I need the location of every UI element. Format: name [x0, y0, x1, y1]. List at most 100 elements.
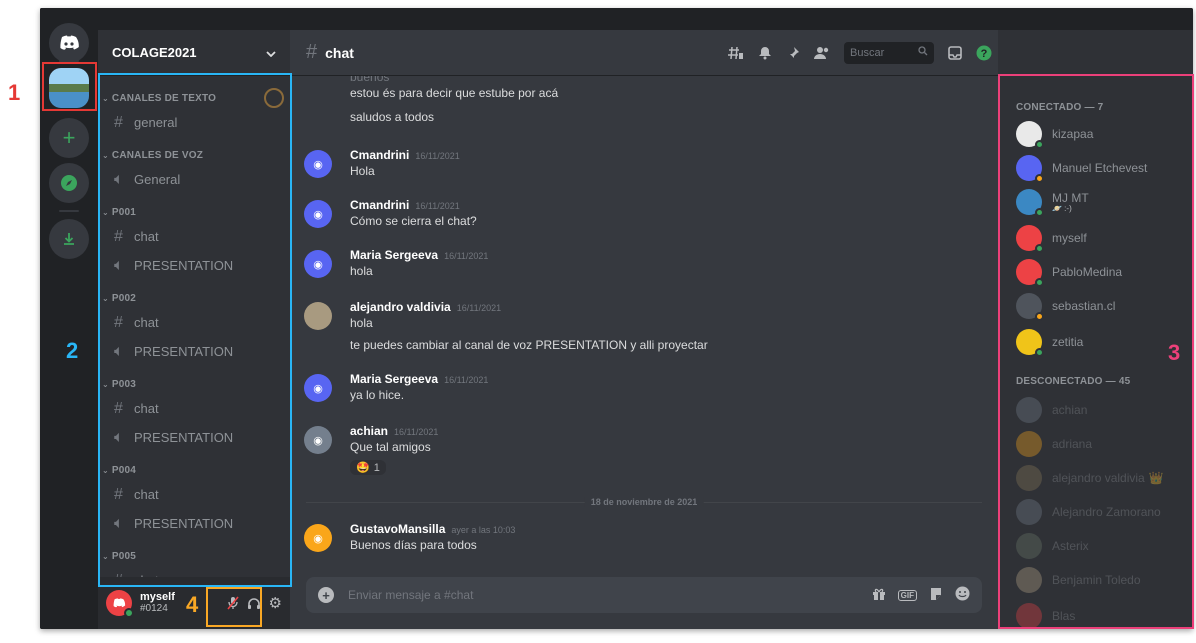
annotation-box-channels: [98, 73, 292, 587]
help-icon[interactable]: ?: [976, 45, 992, 61]
gift-icon[interactable]: [872, 587, 886, 604]
message-text: Buenos días para todos: [350, 538, 477, 552]
home-button[interactable]: [49, 23, 89, 63]
avatar[interactable]: ◉: [304, 374, 332, 402]
members-icon[interactable]: [814, 46, 830, 60]
discord-logo-icon: ◉: [313, 434, 323, 447]
reaction-count: 1: [373, 461, 380, 474]
message-timestamp: 16/11/2021: [444, 375, 489, 385]
message-list: buenos estou és para decir que estube po…: [290, 76, 998, 570]
search-icon: [918, 46, 928, 59]
message-timestamp: ayer a las 10:03: [451, 525, 516, 535]
message-author[interactable]: GustavoMansilla: [350, 522, 445, 536]
rail-separator: [59, 210, 79, 212]
svg-text:?: ?: [981, 48, 988, 60]
server-header[interactable]: COLAGE2021: [98, 30, 290, 76]
message-author[interactable]: achian: [350, 424, 388, 438]
annotation-number: 2: [66, 338, 79, 363]
message-timestamp: 16/11/2021: [415, 151, 460, 161]
sticker-icon[interactable]: [929, 587, 943, 604]
title-bar: [40, 8, 1193, 30]
download-apps-button[interactable]: [49, 219, 89, 259]
avatar[interactable]: ◉: [304, 524, 332, 552]
message-author[interactable]: Maria Sergeeva: [350, 372, 438, 386]
avatar[interactable]: ◉: [304, 200, 332, 228]
header-toolbar: Buscar ?: [728, 41, 998, 64]
download-icon: [61, 231, 77, 247]
message-input[interactable]: Enviar mensaje a #chat: [348, 588, 473, 602]
online-status-dot: [124, 608, 134, 618]
message-text: Que tal amigos: [350, 440, 431, 454]
annotation-box-members: [998, 74, 1194, 629]
discord-logo-icon: ◉: [313, 532, 323, 545]
inbox-icon[interactable]: [948, 45, 962, 60]
discord-logo-icon: ◉: [313, 208, 323, 221]
message: achian 16/11/2021: [350, 424, 438, 438]
user-tag: #0124: [140, 603, 168, 614]
message-composer[interactable]: + Enviar mensaje a #chat GIF: [306, 577, 982, 613]
channel-title: chat: [325, 44, 354, 61]
message: GustavoMansilla ayer a las 10:03: [350, 522, 515, 536]
avatar[interactable]: ◉: [304, 250, 332, 278]
message-text: Hola: [350, 164, 375, 178]
chat-header: # chat Buscar ?: [290, 30, 998, 76]
message-text: estou és para decir que estube por acá: [350, 86, 559, 100]
avatar[interactable]: ◉: [304, 150, 332, 178]
message-author[interactable]: Cmandrini: [350, 198, 409, 212]
discord-logo-icon: ◉: [313, 258, 323, 271]
message-timestamp: 16/11/2021: [456, 303, 502, 313]
annotation-box-server: [42, 62, 97, 111]
message: Maria Sergeeva 16/11/2021: [350, 372, 488, 386]
composer-toolbar: GIF: [872, 586, 970, 604]
reaction-pill[interactable]: 🤩 1: [350, 460, 386, 475]
chat-area: # chat Buscar ? buenos estou és para dec…: [290, 30, 998, 629]
gif-icon[interactable]: GIF: [897, 589, 917, 601]
message-timestamp: 16/11/2021: [394, 427, 439, 437]
threads-icon[interactable]: [728, 46, 744, 60]
pin-icon[interactable]: [786, 46, 800, 60]
star-eyes-emoji-icon: 🤩: [356, 462, 370, 474]
annotation-number: 4: [186, 592, 199, 617]
avatar[interactable]: [106, 590, 134, 618]
date-divider: 18 de noviembre de 2021: [306, 497, 982, 507]
message-text: hola: [350, 264, 373, 278]
annotation-number: 1: [8, 80, 21, 105]
message: Maria Sergeeva 16/11/2021: [350, 248, 488, 262]
message-text: Cómo se cierra el chat?: [350, 214, 477, 228]
add-server-button[interactable]: +: [49, 118, 89, 158]
discord-logo-icon: [113, 598, 126, 608]
explore-servers-button[interactable]: [49, 163, 89, 203]
hash-icon: #: [306, 41, 318, 63]
username: myself: [140, 591, 175, 603]
message: Cmandrini 16/11/2021: [350, 198, 460, 212]
discord-logo-icon: [58, 35, 80, 51]
annotation-box-controls: [206, 587, 262, 627]
emoji-icon[interactable]: [955, 586, 970, 604]
message-author[interactable]: Cmandrini: [350, 148, 409, 162]
compass-icon: [60, 174, 78, 192]
message-text: te puedes cambiar al canal de voz PRESEN…: [350, 338, 708, 352]
discord-logo-icon: ◉: [313, 382, 323, 395]
message-text: saludos a todos: [350, 110, 435, 124]
annotation-number: 3: [1168, 340, 1181, 365]
avatar[interactable]: [304, 302, 332, 330]
server-name: COLAGE2021: [112, 45, 197, 60]
bell-icon[interactable]: [758, 46, 772, 60]
user-info: myself #0124: [140, 591, 175, 615]
message-author[interactable]: Maria Sergeeva: [350, 248, 438, 262]
avatar[interactable]: ◉: [304, 426, 332, 454]
message-timestamp: 16/11/2021: [444, 251, 489, 261]
message-text: ya lo hice.: [350, 388, 405, 402]
message: alejandro valdivia 16/11/2021: [350, 300, 501, 314]
discord-logo-icon: ◉: [313, 158, 323, 171]
message-author[interactable]: alejandro valdivia: [350, 300, 451, 314]
settings-gear-icon[interactable]: ⚙: [269, 594, 282, 612]
reaction-row: 🤩 1: [350, 460, 386, 475]
message-text: hola: [350, 316, 373, 330]
message-text: buenos: [350, 76, 390, 84]
search-input[interactable]: Buscar: [844, 41, 934, 64]
attach-plus-icon[interactable]: +: [318, 587, 334, 603]
plus-icon: +: [62, 125, 76, 150]
message: Cmandrini 16/11/2021: [350, 148, 460, 162]
chevron-down-icon: [266, 45, 276, 60]
